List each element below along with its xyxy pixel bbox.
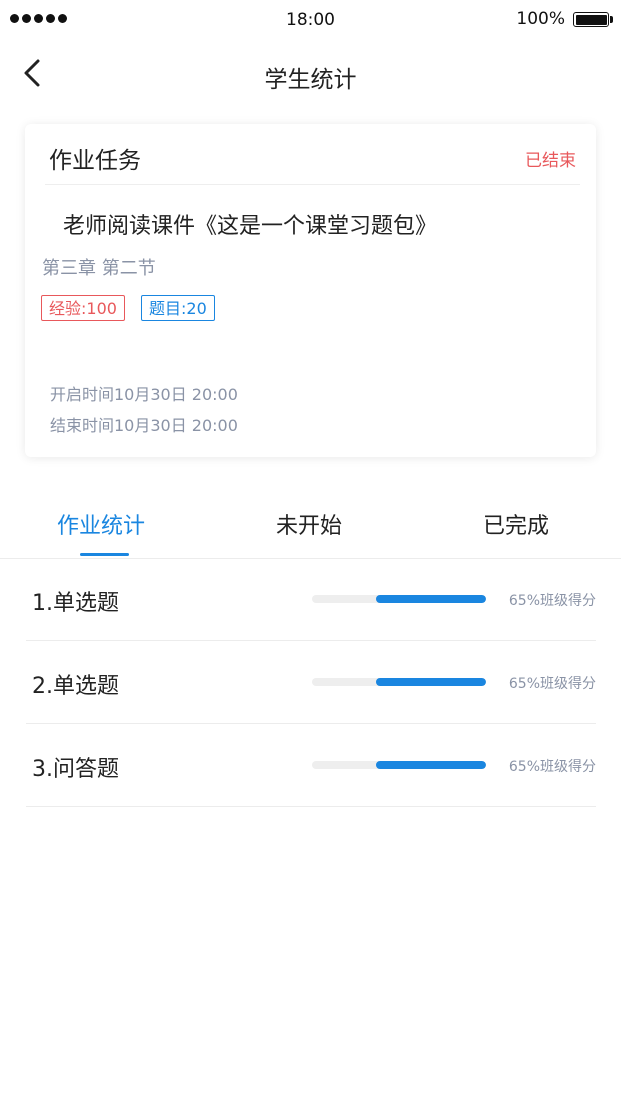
question-count-badge: 题目:20 — [141, 295, 215, 321]
tab-homework-stats[interactable]: 作业统计 — [57, 508, 145, 540]
list-item[interactable]: 1.单选题 65%班级得分 — [26, 558, 596, 641]
list-item[interactable]: 2.单选题 65%班级得分 — [26, 641, 596, 724]
card-header-title: 作业任务 — [49, 148, 141, 174]
status-bar: 18:00 100% — [0, 0, 621, 40]
divider — [45, 184, 580, 185]
score-progress-fill — [376, 595, 486, 603]
list-item[interactable]: 3.问答题 65%班级得分 — [26, 724, 596, 807]
question-list: 1.单选题 65%班级得分 2.单选题 65%班级得分 3.问答题 65%班级得… — [26, 558, 596, 807]
experience-badge: 经验:100 — [41, 295, 125, 321]
battery-percentage: 100% — [516, 9, 565, 29]
end-time: 结束时间10月30日 20:00 — [50, 416, 238, 435]
score-progress-fill — [376, 678, 486, 686]
tab-completed[interactable]: 已完成 — [483, 508, 549, 540]
task-chapter: 第三章 第二节 — [42, 258, 156, 279]
battery-icon — [573, 12, 609, 27]
tab-not-started[interactable]: 未开始 — [276, 508, 342, 540]
question-label: 1.单选题 — [32, 591, 119, 616]
question-label: 3.问答题 — [32, 757, 119, 782]
start-time: 开启时间10月30日 20:00 — [50, 385, 238, 404]
battery-tip — [610, 16, 613, 23]
class-score-label: 65%班级得分 — [508, 759, 596, 775]
status-badge: 已结束 — [525, 151, 576, 171]
page-title: 学生统计 — [264, 67, 357, 93]
score-progress-bar — [312, 595, 486, 603]
tab-bar: 作业统计 未开始 已完成 — [0, 500, 621, 559]
nav-bar: 学生统计 — [0, 48, 621, 100]
class-score-label: 65%班级得分 — [508, 676, 596, 692]
question-label: 2.单选题 — [32, 674, 119, 699]
active-tab-indicator — [80, 553, 129, 556]
score-progress-fill — [376, 761, 486, 769]
score-progress-bar — [312, 761, 486, 769]
task-title: 老师阅读课件《这是一个课堂习题包》 — [63, 214, 438, 239]
task-card: 作业任务 已结束 老师阅读课件《这是一个课堂习题包》 第三章 第二节 经验:10… — [25, 124, 596, 457]
score-progress-bar — [312, 678, 486, 686]
class-score-label: 65%班级得分 — [508, 593, 596, 609]
